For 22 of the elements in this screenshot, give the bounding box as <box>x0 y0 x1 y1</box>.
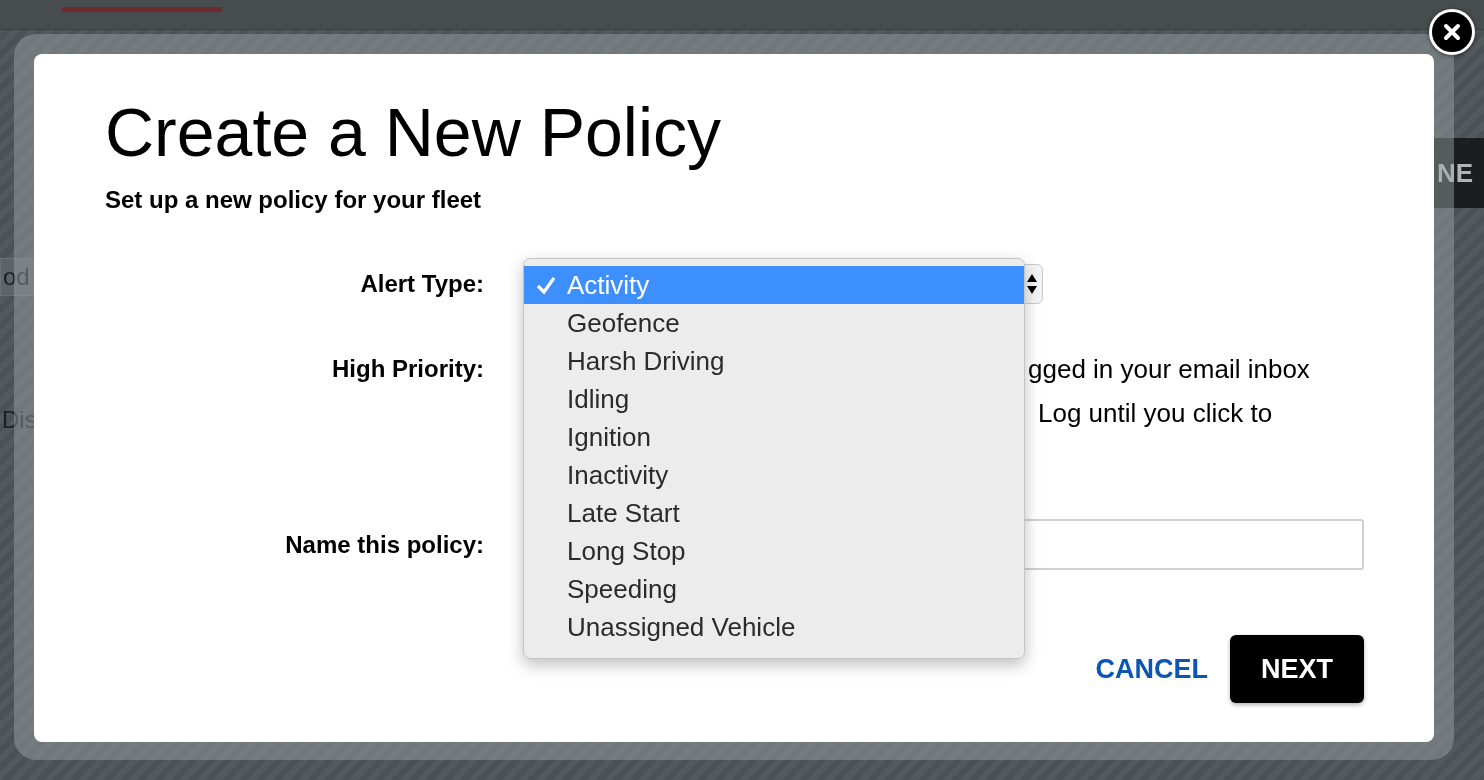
dropdown-menu[interactable]: Activity Geofence Harsh Driving Idling Ignition Inactivity Late Start Long Stop Speeding Unassigned Vehicle <box>523 258 1025 659</box>
field-label: Name this policy: <box>284 531 484 558</box>
dropdown-option[interactable]: Ignition <box>524 418 1024 456</box>
dropdown-option[interactable]: Harsh Driving <box>524 342 1024 380</box>
dialog-subtitle: Set up a new policy for your fleet <box>105 188 483 212</box>
field-label: High Priority: <box>331 356 484 382</box>
checkmark-icon <box>535 275 556 295</box>
dropdown-option[interactable]: Speeding <box>524 570 1024 608</box>
dropdown-option[interactable]: Idling <box>524 380 1024 418</box>
dropdown-option[interactable]: Inactivity <box>524 456 1024 494</box>
close-icon <box>1443 23 1461 41</box>
field-label: Alert Type: <box>359 271 484 297</box>
dropdown-option[interactable]: Long Stop <box>524 532 1024 570</box>
close-button[interactable] <box>1429 9 1475 55</box>
stepper-arrows-icon <box>1026 272 1038 296</box>
description-text: gged in your email inbox <box>1028 356 1310 382</box>
dropdown-option[interactable]: Geofence <box>524 304 1024 342</box>
dropdown-option[interactable]: Unassigned Vehicle <box>524 608 1024 646</box>
dropdown-option[interactable]: Late Start <box>524 494 1024 532</box>
cancel-button[interactable]: CANCEL <box>1093 655 1210 683</box>
description-text: Log until you click to <box>1038 400 1274 426</box>
next-button[interactable]: NEXT <box>1230 635 1364 703</box>
